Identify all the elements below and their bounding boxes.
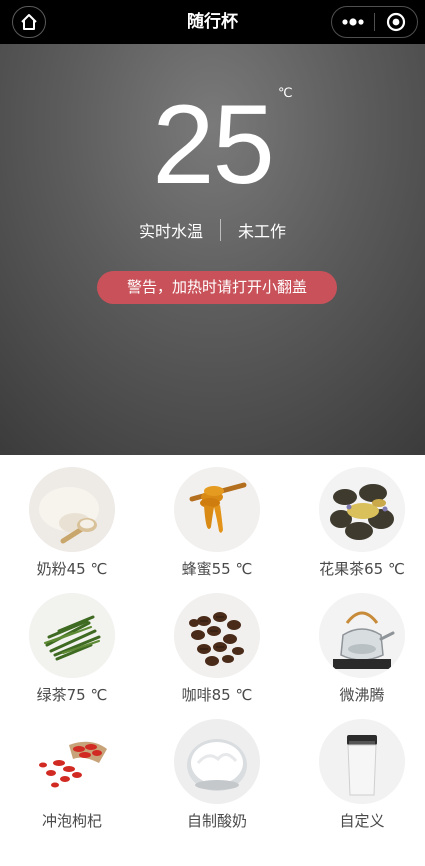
custom-cup-icon xyxy=(319,719,405,804)
preset-goji[interactable]: 冲泡枸杞 xyxy=(2,707,142,831)
flower-tea-icon xyxy=(319,467,405,552)
temperature-unit: ℃ xyxy=(278,86,293,101)
status-divider xyxy=(220,219,221,241)
water-temp-label: 实时水温 xyxy=(138,222,203,241)
preset-grid: 奶粉45 ℃ 蜂蜜55 ℃ 花果茶65 ℃ 绿茶75 ℃ 咖啡85 ℃ 微沸腾 … xyxy=(0,455,425,866)
menu-capsule xyxy=(331,6,418,38)
warning-badge: 警告，加热时请打开小翻盖 xyxy=(97,271,337,304)
status-row: 实时水温 未工作 xyxy=(0,216,425,244)
preset-label: 奶粉45 ℃ xyxy=(36,560,108,578)
coffee-beans-icon xyxy=(174,593,260,678)
goji-icon xyxy=(29,719,115,804)
kettle-icon xyxy=(319,593,405,678)
preset-label: 蜂蜜55 ℃ xyxy=(181,560,253,578)
preset-milk-powder[interactable]: 奶粉45 ℃ xyxy=(2,455,142,579)
preset-flower-tea[interactable]: 花果茶65 ℃ xyxy=(292,455,425,579)
preset-label: 冲泡枸杞 xyxy=(41,812,102,830)
preset-label: 咖啡85 ℃ xyxy=(181,686,253,704)
preset-label: 微沸腾 xyxy=(339,686,385,704)
more-dots-icon xyxy=(342,18,364,26)
milk-powder-icon xyxy=(29,467,115,552)
preset-custom[interactable]: 自定义 xyxy=(292,707,425,831)
work-status: 未工作 xyxy=(238,222,287,241)
target-close-icon xyxy=(386,12,406,32)
preset-honey[interactable]: 蜂蜜55 ℃ xyxy=(147,455,287,579)
preset-light-boil[interactable]: 微沸腾 xyxy=(292,581,425,705)
more-button[interactable] xyxy=(332,7,374,37)
preset-green-tea[interactable]: 绿茶75 ℃ xyxy=(2,581,142,705)
yogurt-icon xyxy=(174,719,260,804)
top-bar: 随行杯 xyxy=(0,0,425,44)
preset-label: 自定义 xyxy=(339,812,385,830)
preset-yogurt[interactable]: 自制酸奶 xyxy=(147,707,287,831)
preset-coffee[interactable]: 咖啡85 ℃ xyxy=(147,581,287,705)
close-button[interactable] xyxy=(375,7,417,37)
temperature-value: 25 xyxy=(152,82,275,207)
preset-label: 花果茶65 ℃ xyxy=(319,560,405,578)
temperature-panel: 25 ℃ 实时水温 未工作 警告，加热时请打开小翻盖 xyxy=(0,44,425,455)
green-tea-icon xyxy=(29,593,115,678)
preset-label: 绿茶75 ℃ xyxy=(36,686,108,704)
honey-icon xyxy=(174,467,260,552)
preset-label: 自制酸奶 xyxy=(186,812,247,830)
